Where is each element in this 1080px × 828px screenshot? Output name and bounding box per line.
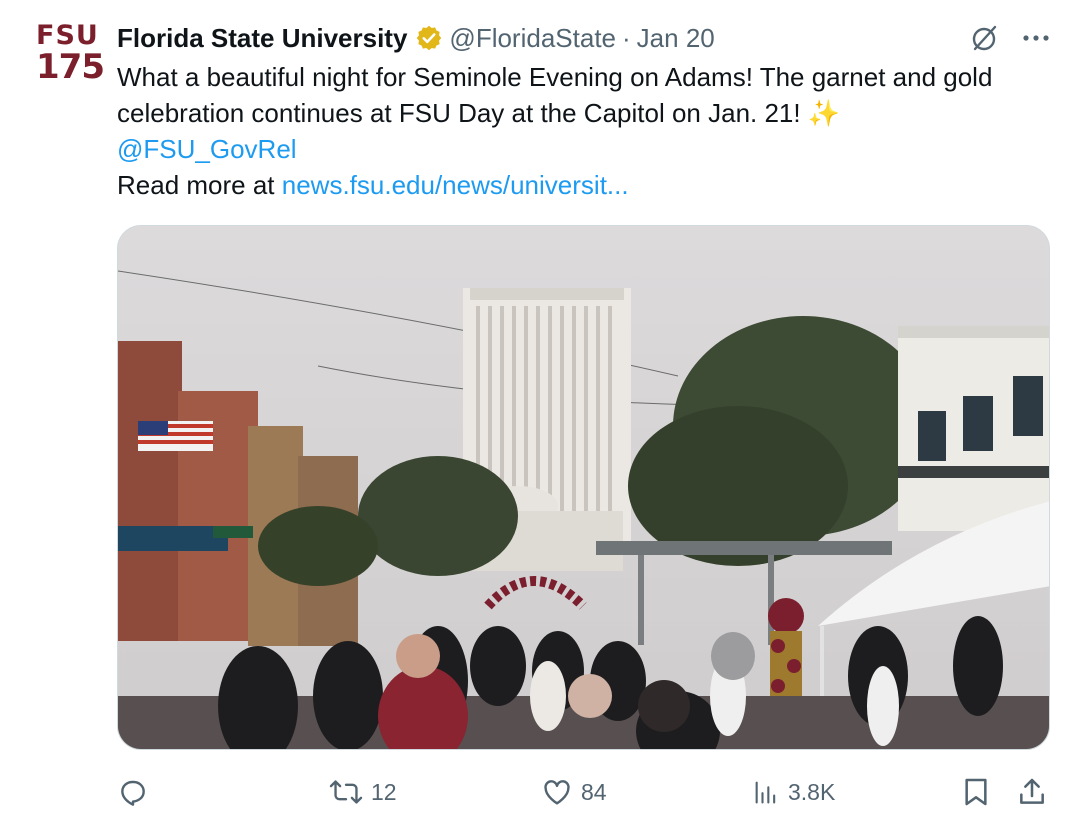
bookmark-button[interactable] xyxy=(961,772,991,812)
account-handle[interactable]: @FloridaState xyxy=(449,23,616,54)
reply-icon xyxy=(117,776,149,808)
sparkle-emoji: ✨ xyxy=(807,98,841,128)
tweet-photo[interactable] xyxy=(117,225,1050,750)
mention-link[interactable]: @FSU_GovRel xyxy=(117,134,297,164)
tweet-header: Florida State University @FloridaState ·… xyxy=(117,20,715,56)
reply-button[interactable] xyxy=(117,772,157,812)
views-icon xyxy=(752,778,780,806)
photo-illustration xyxy=(118,226,1049,749)
separator-dot: · xyxy=(622,22,631,53)
grok-icon[interactable] xyxy=(968,22,1000,54)
top-right-controls xyxy=(968,22,1050,54)
retweet-button[interactable]: 12 xyxy=(329,772,397,812)
tweet-date[interactable]: Jan 20 xyxy=(637,23,715,54)
article-link[interactable]: news.fsu.edu/news/universit... xyxy=(282,170,629,200)
verified-badge-icon[interactable] xyxy=(415,24,443,52)
read-more-prefix: Read more at xyxy=(117,170,282,200)
bookmark-icon xyxy=(961,776,991,808)
share-button[interactable] xyxy=(1017,772,1047,812)
share-icon xyxy=(1017,776,1047,808)
like-icon xyxy=(541,776,573,808)
avatar-line2: 175 xyxy=(36,47,105,87)
avatar[interactable]: FSU 175 xyxy=(36,20,105,87)
tweet-body: What a beautiful night for Seminole Even… xyxy=(117,62,993,128)
more-icon[interactable] xyxy=(1022,33,1050,43)
retweet-count: 12 xyxy=(371,778,397,805)
views-button[interactable]: 3.8K xyxy=(752,772,835,812)
tweet-text: What a beautiful night for Seminole Even… xyxy=(117,59,1057,203)
account-name[interactable]: Florida State University xyxy=(117,23,407,54)
action-bar: 12 84 3.8K xyxy=(117,772,1050,812)
like-button[interactable]: 84 xyxy=(541,772,607,812)
like-count: 84 xyxy=(581,778,607,805)
tweet: FSU 175 Florida State University @Florid… xyxy=(0,0,1080,828)
retweet-icon xyxy=(329,776,363,808)
avatar-line1: FSU xyxy=(36,20,99,51)
views-count: 3.8K xyxy=(788,778,836,805)
